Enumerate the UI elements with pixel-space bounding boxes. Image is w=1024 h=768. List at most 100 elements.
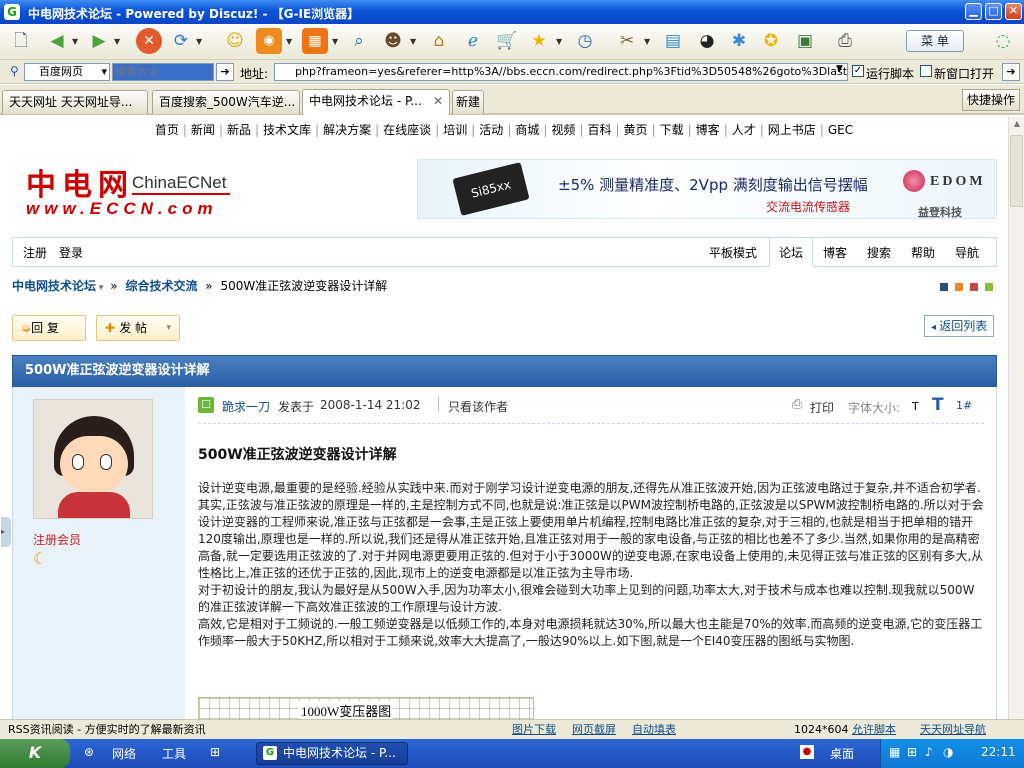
rss-status-text[interactable]: RSS资讯阅读 - 方便实时的了解最新资讯 bbox=[8, 720, 206, 739]
top-nav-item[interactable]: 技术文库 bbox=[263, 123, 311, 137]
plugin-icon[interactable]: ✱ bbox=[726, 28, 752, 54]
new-window-checkbox[interactable] bbox=[920, 65, 932, 77]
url-field[interactable]: php?frameon=yes&referer=http%3A//bbs.ecc… bbox=[274, 63, 848, 81]
scroll-thumb[interactable] bbox=[1010, 135, 1023, 207]
tray-security-icon[interactable]: ◑ bbox=[943, 745, 953, 759]
breadcrumb-section[interactable]: 综合技术交流 bbox=[125, 279, 197, 293]
menu-button[interactable]: 菜 单 bbox=[906, 30, 964, 52]
network-icon[interactable]: ⊛ bbox=[84, 745, 94, 759]
forward-icon[interactable]: ▶ bbox=[86, 28, 112, 54]
top-nav-item[interactable]: 新闻 bbox=[191, 123, 215, 137]
avatar[interactable] bbox=[33, 399, 153, 519]
login-link[interactable]: 登录 bbox=[59, 244, 83, 261]
nav-navigation[interactable]: 导航 bbox=[955, 244, 979, 261]
top-nav-item[interactable]: GEC bbox=[828, 123, 853, 137]
language-icon[interactable]: ● bbox=[800, 745, 814, 759]
nav-tablet-mode[interactable]: 平板模式 bbox=[709, 244, 757, 261]
vertical-scrollbar[interactable]: ▲ bbox=[1008, 117, 1024, 719]
taskbar-network[interactable]: 网络 bbox=[112, 745, 136, 762]
nav-forum[interactable]: 论坛 bbox=[779, 244, 803, 261]
author-link[interactable]: 跪求一刀 bbox=[222, 398, 270, 415]
user-icon[interactable]: ☻ bbox=[380, 28, 406, 54]
quick-action-button[interactable]: 快捷操作 bbox=[962, 89, 1020, 111]
ie-icon[interactable]: ℯ bbox=[460, 28, 486, 54]
grid-dropdown-icon[interactable]: ▼ bbox=[332, 38, 339, 46]
search-icon[interactable]: ⌕ bbox=[346, 28, 372, 54]
top-nav-item[interactable]: 首页 bbox=[155, 123, 179, 137]
sync-icon[interactable]: ◌ bbox=[990, 28, 1016, 54]
autofill-link[interactable]: 自动填表 bbox=[632, 720, 676, 739]
go-arrow-button[interactable]: ➔ bbox=[1002, 63, 1020, 81]
new-post-button[interactable]: ✚ 发 帖 ▾ bbox=[96, 315, 180, 341]
favorite-star-icon[interactable]: ★ bbox=[526, 28, 552, 54]
top-nav-item[interactable]: 博客 bbox=[696, 123, 720, 137]
top-nav-item[interactable]: 视频 bbox=[551, 123, 575, 137]
forward-dropdown-icon[interactable]: ▼ bbox=[114, 38, 121, 46]
taskbar-tools[interactable]: 工具 bbox=[162, 745, 186, 762]
theme-color-swatch[interactable] bbox=[955, 283, 963, 291]
top-nav-item[interactable]: 解决方案 bbox=[323, 123, 371, 137]
search-input[interactable] bbox=[112, 63, 214, 81]
url-dropdown-icon[interactable]: ▼ bbox=[836, 64, 843, 74]
search-engine-select[interactable]: 百度网页 ▾ bbox=[24, 63, 110, 81]
rss-icon[interactable]: ◉ bbox=[256, 28, 282, 54]
print-link[interactable]: 打印 bbox=[810, 399, 834, 416]
register-link[interactable]: 注册 bbox=[23, 244, 47, 261]
top-nav-item[interactable]: 商城 bbox=[515, 123, 539, 137]
tray-volume-icon[interactable]: ♪ bbox=[925, 745, 933, 759]
refresh-dropdown-icon[interactable]: ▼ bbox=[196, 38, 203, 46]
start-button[interactable]: K bbox=[0, 739, 70, 768]
theme-color-swatch[interactable] bbox=[970, 283, 978, 291]
top-nav-item[interactable]: 网上书店 bbox=[768, 123, 816, 137]
floor-number[interactable]: 1# bbox=[956, 399, 972, 412]
cart-icon[interactable]: 🛒 bbox=[494, 28, 520, 54]
nav-search[interactable]: 搜索 bbox=[867, 244, 891, 261]
tray-app-icon[interactable]: ▦ bbox=[889, 745, 900, 759]
quick-launch-icon[interactable]: ⊞ bbox=[210, 745, 220, 759]
tools-dropdown-icon[interactable]: ▼ bbox=[644, 38, 651, 46]
font-large-button[interactable]: T bbox=[932, 395, 944, 415]
top-nav-item[interactable]: 百科 bbox=[587, 123, 611, 137]
panda-icon[interactable]: ◕ bbox=[694, 28, 720, 54]
top-nav-item[interactable]: 下载 bbox=[660, 123, 684, 137]
only-author-link[interactable]: 只看该作者 bbox=[448, 398, 508, 415]
transformer-figure[interactable]: 1000W变压器图 bbox=[198, 697, 534, 719]
close-button[interactable]: ✕ bbox=[1005, 3, 1022, 20]
nav-blog[interactable]: 博客 bbox=[823, 244, 847, 261]
ad-banner[interactable]: Si85xx ±5% 测量精准度、2Vpp 满刻度输出信号摆幅 交流电流传感器 … bbox=[417, 159, 997, 219]
theme-color-swatch[interactable] bbox=[940, 283, 948, 291]
top-nav-item[interactable]: 在线座谈 bbox=[383, 123, 431, 137]
stop-icon[interactable]: ✕ bbox=[136, 28, 162, 54]
history-icon[interactable]: ◷ bbox=[572, 28, 598, 54]
top-nav-item[interactable]: 黄页 bbox=[624, 123, 648, 137]
taskbar-active-window[interactable]: G 中电网技术论坛 - P... bbox=[256, 742, 408, 765]
top-nav-item[interactable]: 活动 bbox=[479, 123, 503, 137]
star-badge-icon[interactable]: ✪ bbox=[758, 28, 784, 54]
breadcrumb-home[interactable]: 中电网技术论坛 bbox=[12, 279, 96, 293]
tab-baidu[interactable]: 百度搜索_500W汽车逆... bbox=[152, 90, 300, 114]
reply-button[interactable]: ➭回 复 bbox=[12, 315, 86, 341]
tab-tiantian[interactable]: 天天网址 天天网址导... bbox=[2, 90, 148, 114]
back-dropdown-icon[interactable]: ▼ bbox=[72, 38, 79, 46]
minimize-button[interactable]: ▁ bbox=[965, 3, 982, 20]
image-download-link[interactable]: 图片下载 bbox=[512, 720, 556, 739]
back-icon[interactable]: ◀ bbox=[44, 28, 70, 54]
top-nav-item[interactable]: 培训 bbox=[443, 123, 467, 137]
allow-script-link[interactable]: 允许脚本 bbox=[852, 720, 896, 739]
new-page-icon[interactable]: 🗋 bbox=[8, 28, 34, 54]
print-icon[interactable]: ⎙ bbox=[832, 28, 858, 54]
tab-close-icon[interactable]: ✕ bbox=[433, 90, 443, 112]
book-icon[interactable]: ▤ bbox=[660, 28, 686, 54]
maximize-button[interactable]: □ bbox=[985, 3, 1002, 20]
home-grid-icon[interactable]: ▦ bbox=[302, 28, 328, 54]
photo-icon[interactable]: ▣ bbox=[792, 28, 818, 54]
favorite-dropdown-icon[interactable]: ▼ bbox=[556, 38, 563, 46]
tray-network-icon[interactable]: ⊞ bbox=[907, 745, 917, 759]
theme-color-swatch[interactable] bbox=[985, 283, 993, 291]
tools-icon[interactable]: ✂ bbox=[614, 28, 640, 54]
font-small-button[interactable]: T bbox=[912, 400, 919, 413]
user-dropdown-icon[interactable]: ▼ bbox=[410, 38, 417, 46]
sidebar-toggle-icon[interactable]: ▸ bbox=[1, 517, 11, 547]
top-nav-item[interactable]: 人才 bbox=[732, 123, 756, 137]
rss-dropdown-icon[interactable]: ▼ bbox=[286, 38, 293, 46]
